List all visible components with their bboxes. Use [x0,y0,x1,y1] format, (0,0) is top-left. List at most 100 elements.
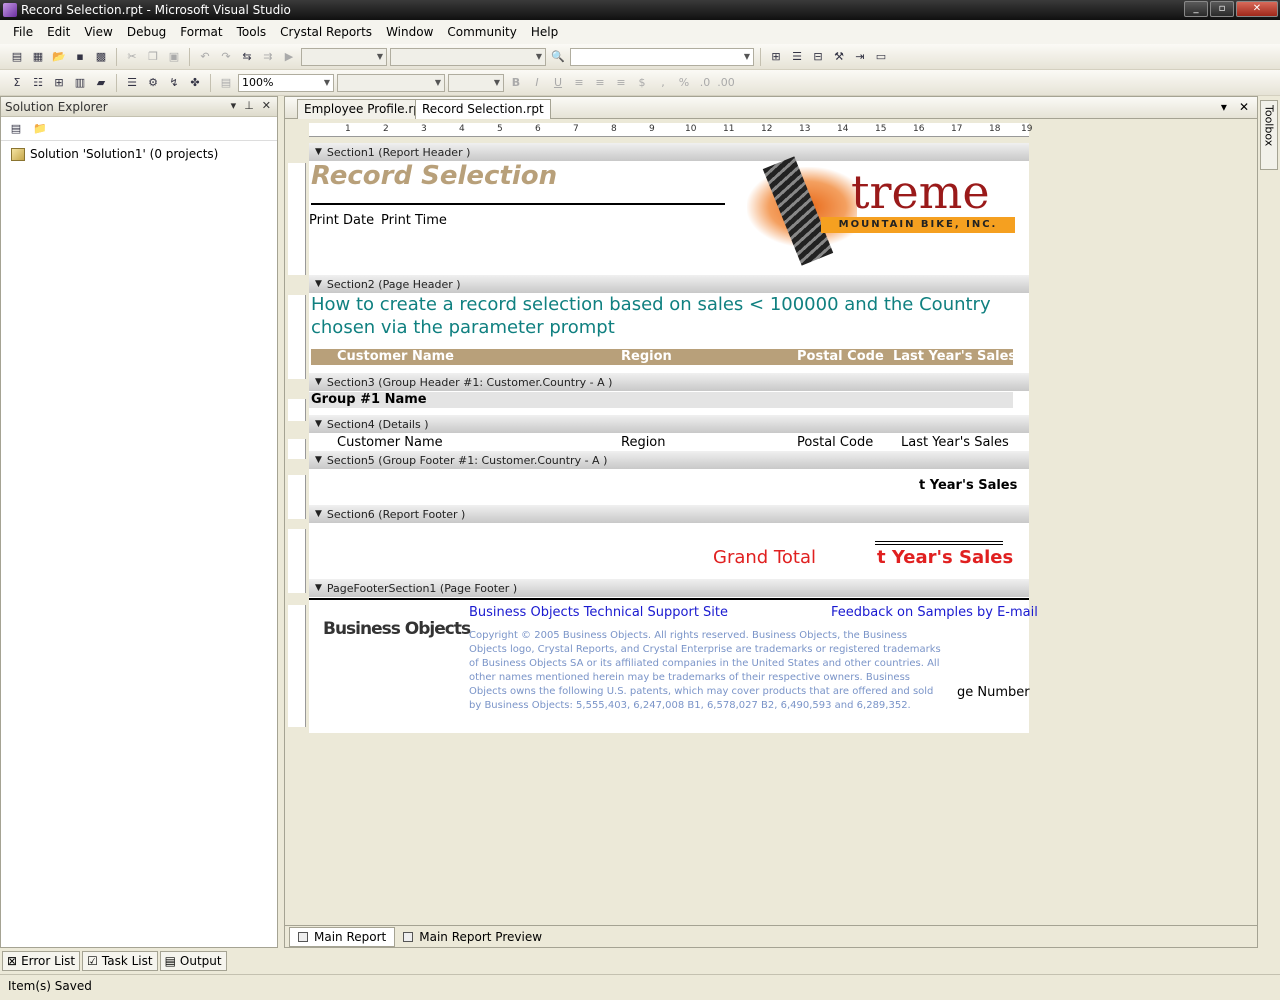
find-in-files-icon[interactable]: 🔍 [549,49,567,65]
increase-decimal-icon[interactable]: .0 [696,75,714,91]
section-header-group-header[interactable]: ▼ Section3 (Group Header #1: Customer.Co… [309,373,1029,391]
paste-icon[interactable]: ▣ [165,49,183,65]
tab-task-list[interactable]: ☑ Task List [82,951,158,971]
print-time-field[interactable]: Print Time [381,213,447,228]
group-footer-sum[interactable]: t Year's Sales [919,478,1017,493]
copyright-text[interactable]: Copyright © 2005 Business Objects. All r… [469,629,943,713]
section-header-page-header[interactable]: ▼ Section2 (Page Header ) [309,275,1029,293]
new-project-icon[interactable]: ▤ [8,49,26,65]
print-date-field[interactable]: Print Date [309,213,374,228]
col-header-postal-code[interactable]: Postal Code [797,349,884,364]
detail-customer-name[interactable]: Customer Name [337,435,443,450]
menu-tools[interactable]: Tools [230,25,274,39]
currency-icon[interactable]: $ [633,75,651,91]
navigate-forward-icon[interactable]: ⇉ [259,49,277,65]
menu-debug[interactable]: Debug [120,25,173,39]
col-header-region[interactable]: Region [621,349,672,364]
collapse-icon[interactable]: ▼ [315,455,322,465]
collapse-icon[interactable]: ▼ [315,279,322,289]
menu-crystal-reports[interactable]: Crystal Reports [273,25,379,39]
grand-total-label[interactable]: Grand Total [713,547,816,568]
feedback-email-link[interactable]: Feedback on Samples by E-mail [831,605,1038,620]
underline-icon[interactable]: U [549,75,567,91]
find-combo[interactable]: ▼ [570,47,754,66]
maximize-button[interactable]: ▫ [1210,1,1234,17]
solution-config-combo[interactable]: ▼ [301,47,387,66]
tab-error-list[interactable]: ⊠ Error List [2,951,81,971]
align-right-icon[interactable]: ≡ [612,75,630,91]
group-name-field[interactable]: Group #1 Name [311,392,427,407]
support-site-link[interactable]: Business Objects Technical Support Site [469,605,728,620]
panel-close-icon[interactable]: ✕ [262,99,271,112]
cross-tab-icon[interactable]: ⊞ [50,75,68,91]
select-expert-icon[interactable]: ⚙ [144,75,162,91]
detail-region[interactable]: Region [621,435,666,450]
decrease-decimal-icon[interactable]: .00 [717,75,735,91]
tab-output[interactable]: ▤ Output [159,951,227,971]
open-file-icon[interactable]: 📂 [50,49,68,65]
properties-icon[interactable]: ▤ [7,121,25,137]
pin-icon[interactable]: ⊥ [244,99,254,112]
report-options-icon[interactable]: ▤ [217,75,235,91]
add-item-icon[interactable]: ▦ [29,49,47,65]
formula-icon[interactable]: ✤ [186,75,204,91]
navigate-icon[interactable]: ⇆ [238,49,256,65]
properties-icon[interactable]: ☰ [788,49,806,65]
start-debug-icon[interactable]: ▶ [280,49,298,65]
solution-platform-combo[interactable]: ▼ [390,47,546,66]
italic-icon[interactable]: I [528,75,546,91]
close-button[interactable]: ✕ [1236,1,1278,17]
menu-file[interactable]: File [6,25,40,39]
font-size-combo[interactable]: ▼ [448,73,504,92]
panel-dropdown-icon[interactable]: ▾ [231,99,237,112]
thousands-icon[interactable]: , [654,75,672,91]
command-window-icon[interactable]: ▭ [872,49,890,65]
sort-expert-icon[interactable]: ↯ [165,75,183,91]
toolbox-icon[interactable]: ⚒ [830,49,848,65]
group-icon[interactable]: ☷ [29,75,47,91]
grand-total-value[interactable]: t Year's Sales [877,547,1013,568]
section-header-page-footer[interactable]: ▼ PageFooterSection1 (Page Footer ) [309,579,1029,597]
percent-icon[interactable]: % [675,75,693,91]
tab-employee-profile[interactable]: Employee Profile.rpt [297,99,433,119]
col-header-customer-name[interactable]: Customer Name [337,349,454,364]
summary-icon[interactable]: Σ [8,75,26,91]
cut-icon[interactable]: ✂ [123,49,141,65]
undo-icon[interactable]: ↶ [196,49,214,65]
save-icon[interactable]: ▪ [71,49,89,65]
start-page-icon[interactable]: ⇥ [851,49,869,65]
save-all-icon[interactable]: ▩ [92,49,110,65]
menu-community[interactable]: Community [440,25,523,39]
section-header-report-footer[interactable]: ▼ Section6 (Report Footer ) [309,505,1029,523]
menu-window[interactable]: Window [379,25,440,39]
menu-help[interactable]: Help [524,25,565,39]
align-center-icon[interactable]: ≡ [591,75,609,91]
section-header-group-footer[interactable]: ▼ Section5 (Group Footer #1: Customer.Co… [309,451,1029,469]
menu-view[interactable]: View [77,25,119,39]
page-number-field[interactable]: ge Number [957,685,1030,700]
font-combo[interactable]: ▼ [337,73,445,92]
tab-main-report-preview[interactable]: Main Report Preview [395,928,550,946]
minimize-button[interactable]: _ [1184,1,1208,17]
detail-postal-code[interactable]: Postal Code [797,435,873,450]
col-header-last-years-sales[interactable]: Last Year's Sales [893,349,1016,364]
collapse-icon[interactable]: ▼ [315,509,322,519]
copy-icon[interactable]: ❐ [144,49,162,65]
menu-edit[interactable]: Edit [40,25,77,39]
object-browser-icon[interactable]: ⊟ [809,49,827,65]
tab-close-icon[interactable]: ✕ [1239,100,1249,114]
chart-icon[interactable]: ▥ [71,75,89,91]
tab-main-report[interactable]: Main Report [289,926,396,947]
new-folder-icon[interactable]: 📁 [31,121,49,137]
report-title[interactable]: Record Selection [311,161,557,191]
detail-last-years-sales[interactable]: Last Year's Sales [901,435,1009,450]
solution-node[interactable]: Solution 'Solution1' (0 projects) [1,141,277,161]
description-text[interactable]: How to create a record selection based o… [311,293,1011,339]
bold-icon[interactable]: B [507,75,525,91]
section-header-details[interactable]: ▼ Section4 (Details ) [309,415,1029,433]
menu-format[interactable]: Format [173,25,229,39]
solution-explorer-icon[interactable]: ⊞ [767,49,785,65]
collapse-icon[interactable]: ▼ [315,419,322,429]
redo-icon[interactable]: ↷ [217,49,235,65]
zoom-combo[interactable]: 100% ▼ [238,73,334,92]
